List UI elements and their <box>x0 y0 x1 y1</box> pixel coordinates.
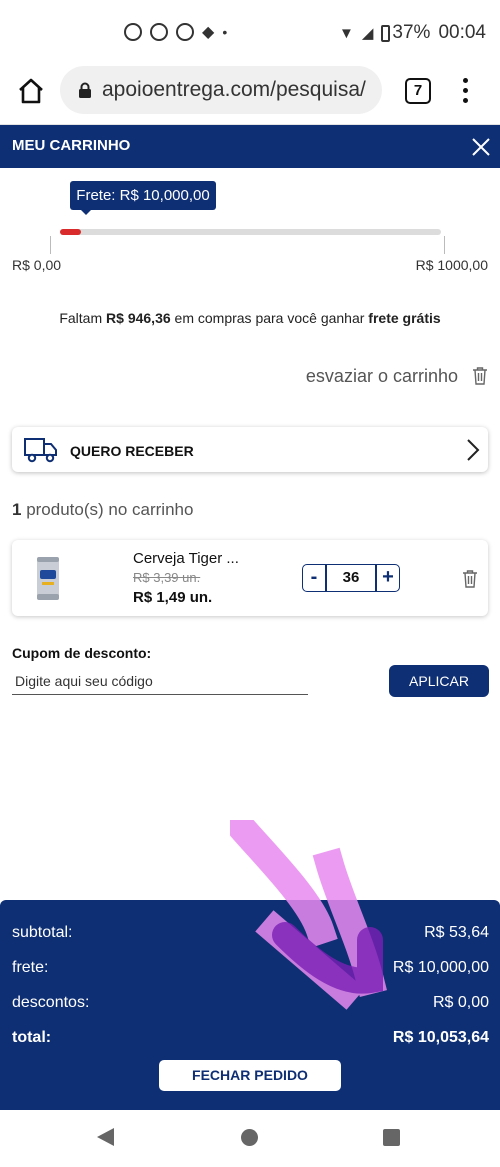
trash-icon[interactable] <box>472 366 488 385</box>
delivery-label: QUERO RECEBER <box>70 443 194 459</box>
message-middle: em compras para você ganhar <box>170 310 369 326</box>
quantity-value[interactable]: 36 <box>327 569 375 586</box>
hand-drawn-scribble <box>230 820 387 1010</box>
product-count: 1 produto(s) no carrinho <box>12 500 193 520</box>
remaining-amount: R$ 946,36 <box>106 310 171 326</box>
status-right: ▼ ◢ 37% 00:04 <box>339 22 486 44</box>
coupon-input[interactable] <box>12 667 308 695</box>
freight-progress-fill <box>60 229 81 235</box>
notification-icon <box>150 23 168 41</box>
product-old-price: R$ 3,39 un. <box>133 570 201 585</box>
home-circle-icon[interactable] <box>241 1129 258 1146</box>
product-count-text: produto(s) no carrinho <box>21 500 194 519</box>
diamond-icon: ◆ <box>202 24 215 41</box>
descontos-value: R$ 0,00 <box>432 994 489 1011</box>
progress-min-tick <box>50 236 51 254</box>
url-text[interactable]: apoioentrega.com/pesquisa/ <box>102 78 376 102</box>
total-label: total: <box>12 1029 52 1046</box>
product-card <box>12 540 488 616</box>
dot-icon: • <box>222 24 228 40</box>
progress-max-label: R$ 1000,00 <box>415 257 488 273</box>
notification-icon <box>124 23 142 41</box>
apply-coupon-button[interactable]: APLICAR <box>389 665 489 697</box>
progress-max-tick <box>444 236 445 254</box>
product-name[interactable]: Cerveja Tiger ... <box>133 550 239 567</box>
chevron-right-icon <box>467 439 480 461</box>
battery-percent: 37% <box>392 22 431 43</box>
frete-label: frete: <box>12 959 49 976</box>
coupon-label: Cupom de desconto: <box>12 645 152 661</box>
product-price: R$ 1,49 un. <box>133 589 213 606</box>
truck-icon <box>24 438 57 463</box>
badge-pointer <box>80 209 92 215</box>
clear-cart-link[interactable]: esvaziar o carrinho <box>306 366 458 387</box>
beer-can-image <box>37 557 59 600</box>
back-icon[interactable] <box>97 1128 114 1146</box>
freight-progress-track <box>60 229 441 235</box>
remove-product-icon[interactable] <box>462 569 478 588</box>
frete-value: R$ 10,000,00 <box>392 959 489 976</box>
progress-min-label: R$ 0,00 <box>12 257 62 273</box>
clock: 00:04 <box>438 22 486 43</box>
close-icon[interactable] <box>470 136 492 158</box>
home-icon[interactable] <box>16 76 46 106</box>
subtotal-label: subtotal: <box>12 924 73 941</box>
notification-icon <box>176 23 194 41</box>
cart-title: MEU CARRINHO <box>12 137 131 154</box>
decrease-quantity-button[interactable]: - <box>302 564 326 592</box>
recent-apps-icon[interactable] <box>383 1129 400 1146</box>
wifi-icon: ▼ <box>339 24 354 42</box>
message-free-shipping: frete grátis <box>368 310 441 326</box>
overflow-menu-icon[interactable] <box>459 78 471 104</box>
freight-badge: Frete: R$ 10,000,00 <box>70 181 216 210</box>
notification-icons: ◆ • <box>124 22 227 42</box>
battery-icon <box>381 24 391 42</box>
message-prefix: Faltam <box>59 310 107 326</box>
signal-icon: ◢ <box>361 25 374 42</box>
tabs-button[interactable]: 7 <box>405 78 431 104</box>
increase-quantity-button[interactable]: + <box>376 564 400 592</box>
lock-icon <box>79 82 91 98</box>
free-shipping-message: Faltam R$ 946,36 em compras para você ga… <box>0 310 500 326</box>
checkout-button[interactable]: FECHAR PEDIDO <box>159 1060 341 1091</box>
descontos-label: descontos: <box>12 994 90 1011</box>
subtotal-value: R$ 53,64 <box>424 924 489 941</box>
total-value: R$ 10,053,64 <box>392 1029 489 1046</box>
